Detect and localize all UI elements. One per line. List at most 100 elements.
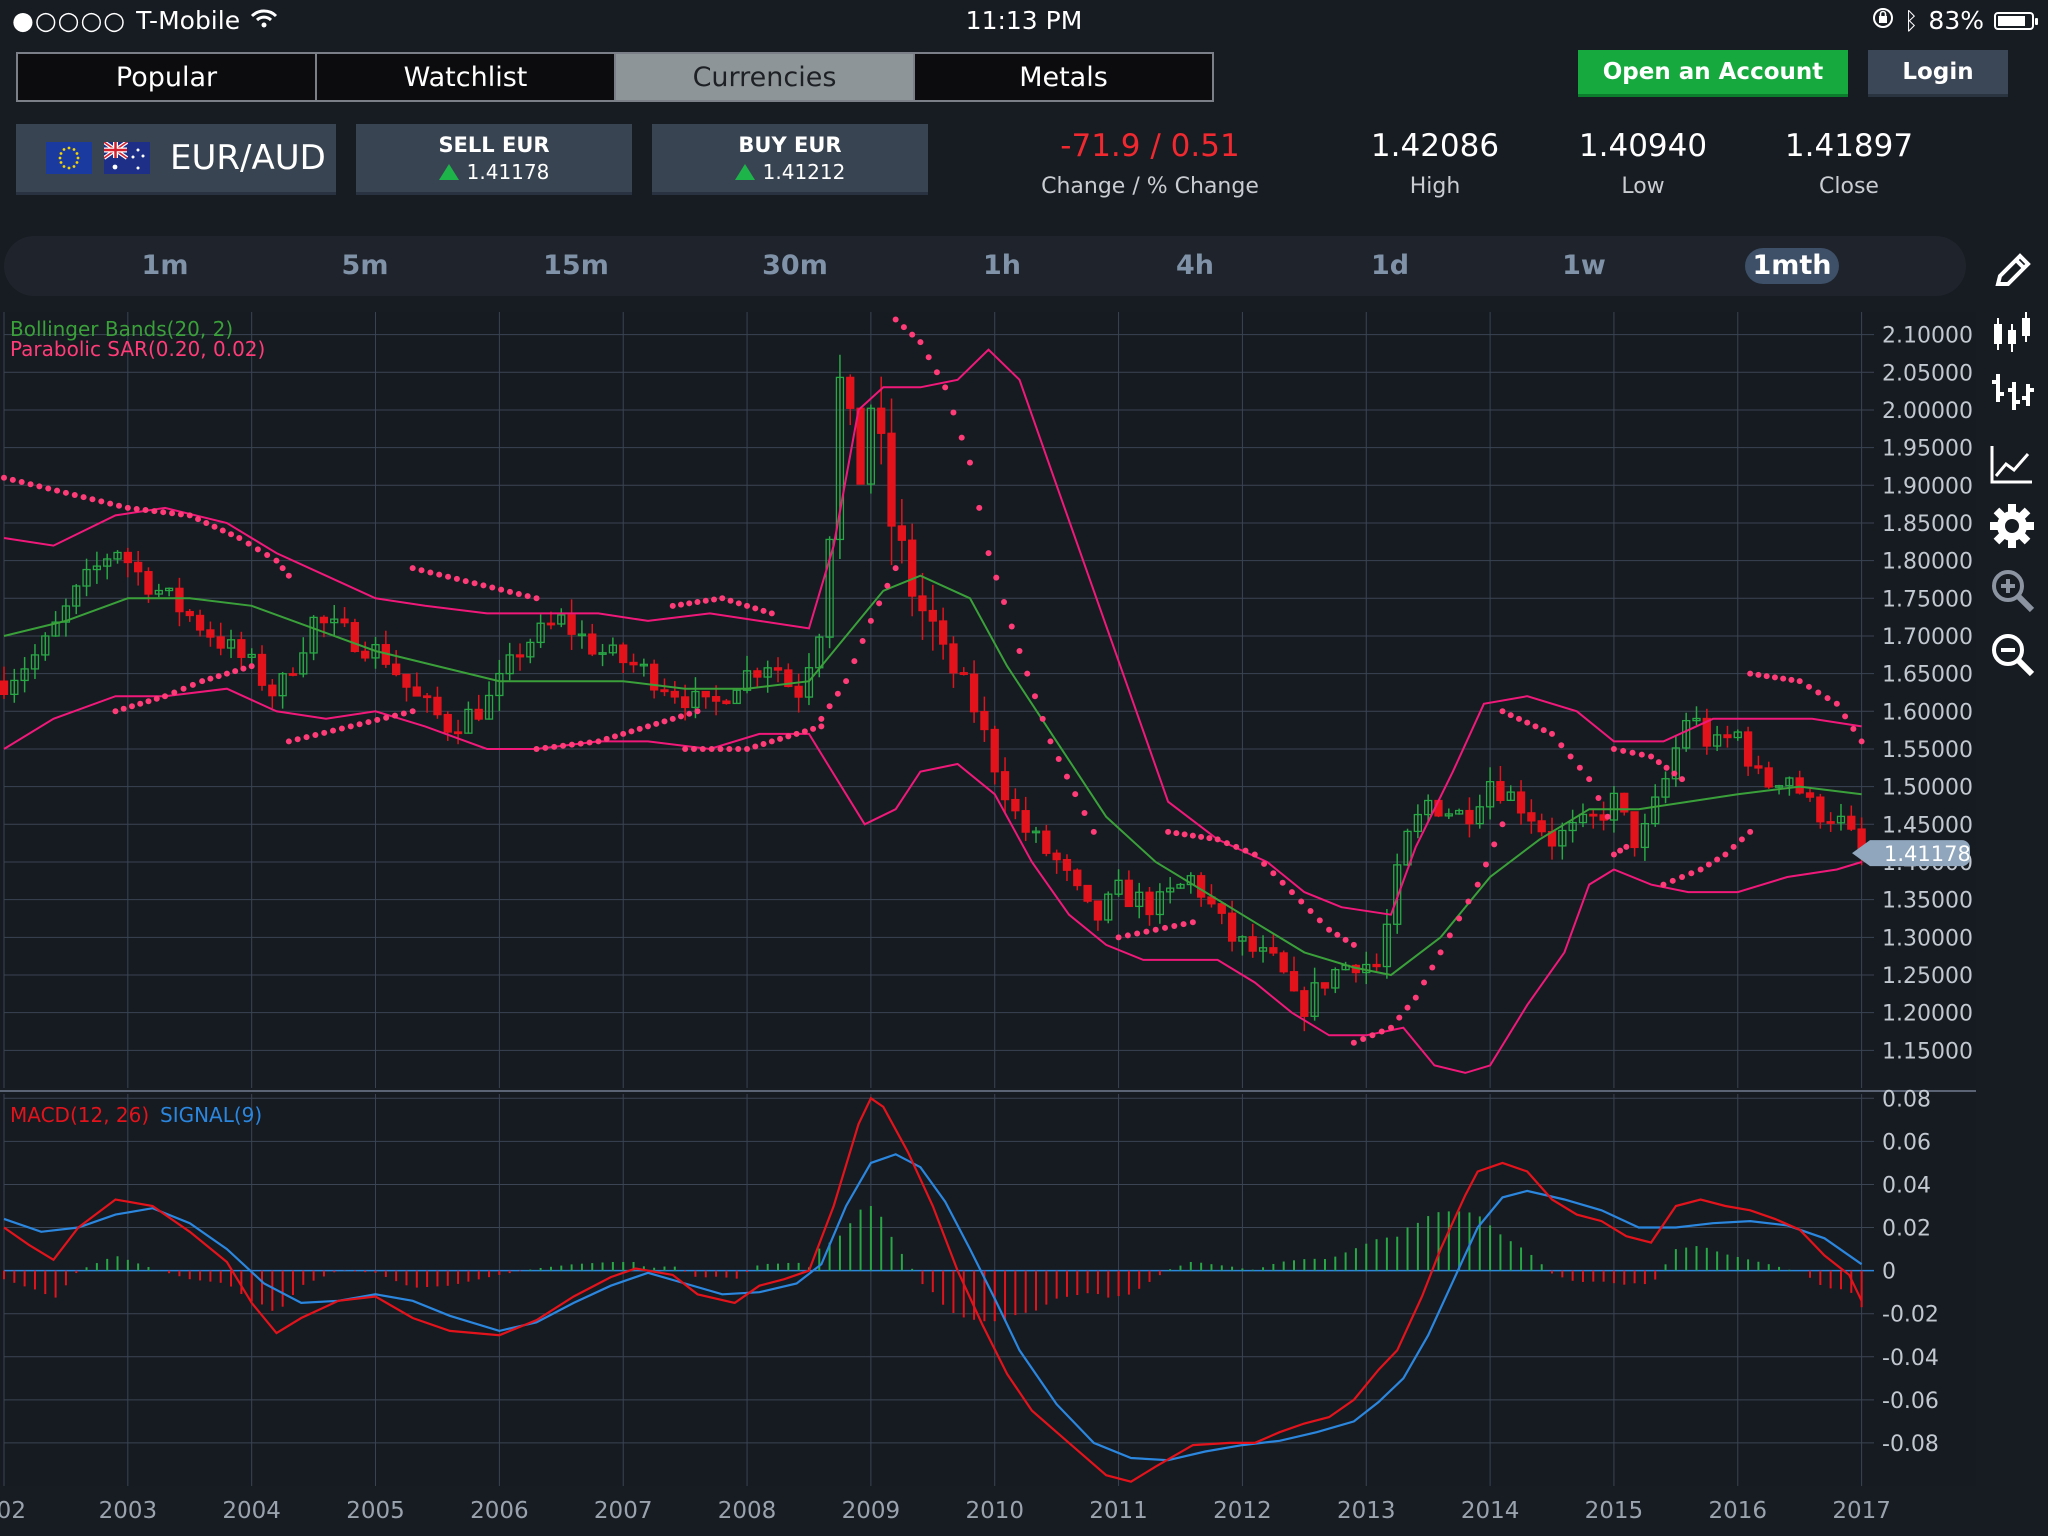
tab-currencies[interactable]: Currencies [616, 54, 915, 100]
sar-dot [1152, 926, 1159, 933]
sar-dot [686, 600, 693, 607]
category-tabs: Popular Watchlist Currencies Metals [16, 52, 1214, 102]
sar-dot [1660, 881, 1667, 888]
sar-dot [1679, 874, 1686, 881]
sar-dot [1671, 770, 1678, 777]
timeframe-1h[interactable]: 1h [952, 248, 1052, 284]
timeframe-1w[interactable]: 1w [1534, 248, 1634, 284]
timeframe-4h[interactable]: 4h [1145, 248, 1245, 284]
sar-dot [54, 487, 61, 494]
tab-metals[interactable]: Metals [915, 54, 1212, 100]
high-stat: 1.42086 High [1350, 128, 1520, 199]
sar-dot [1771, 674, 1778, 681]
macd-legend: MACD(12, 26) [10, 1103, 149, 1127]
battery-icon [1994, 11, 2038, 30]
sar-dot [1242, 847, 1249, 854]
sar-dot [245, 540, 252, 547]
sar-dot [727, 597, 734, 604]
sar-dot [900, 324, 907, 331]
sar-dot [445, 573, 452, 580]
clock: 11:13 PM [965, 6, 1083, 35]
sar-dot [694, 708, 701, 715]
candle-body [1764, 767, 1773, 788]
timeframe-30m[interactable]: 30m [745, 248, 845, 284]
macd-y-tick-label: -0.02 [1882, 1303, 1939, 1328]
candle-body [990, 728, 999, 773]
candle-body [711, 696, 721, 702]
login-button[interactable]: Login [1868, 50, 2008, 97]
timeframe-1d[interactable]: 1d [1340, 248, 1440, 284]
sar-dot [752, 605, 759, 612]
y-tick-label: 1.20000 [1882, 1002, 1973, 1027]
sar-dot [498, 586, 505, 593]
sar-dot [711, 596, 718, 603]
sar-dot [1648, 753, 1655, 760]
y-tick-label: 1.50000 [1882, 776, 1973, 801]
sar-dot [1047, 738, 1054, 745]
timeframe-1m[interactable]: 1m [115, 248, 215, 284]
sar-dot [1429, 964, 1436, 971]
zoom-out-icon[interactable] [1988, 630, 2036, 678]
x-tick-label: 2003 [99, 1498, 158, 1524]
candle-body [195, 614, 205, 631]
pencil-icon[interactable] [1988, 248, 2036, 296]
sar-dot [1595, 794, 1602, 801]
candle-body [1589, 813, 1598, 817]
y-tick-label: 1.45000 [1882, 813, 1973, 838]
timeframe-5m[interactable]: 5m [315, 248, 415, 284]
currency-pair-selector[interactable]: EUR/AUD [16, 124, 336, 195]
sar-dot [677, 601, 684, 608]
sar-dot [909, 331, 916, 338]
sar-dot [279, 565, 286, 572]
sar-dot [80, 494, 87, 501]
sar-dot [917, 339, 924, 346]
timeframe-15m[interactable]: 15m [526, 248, 626, 284]
y-tick-label: 1.85000 [1882, 512, 1973, 537]
sar-dot [699, 745, 706, 752]
sar-dot [356, 721, 363, 728]
sar-dot [1482, 861, 1489, 868]
sar-dot [785, 733, 792, 740]
ohlc-bars-icon[interactable] [1988, 368, 2036, 416]
sar-dot [453, 575, 460, 582]
candle-body [1320, 982, 1330, 989]
candle-body [918, 595, 927, 612]
sar-dot [620, 730, 627, 737]
sar-dot [436, 571, 443, 578]
status-bar: ●○○○○ T-Mobile 11:13 PM ᛒ 83% [0, 0, 2048, 42]
sar-dot [1629, 749, 1636, 756]
candle-body [319, 616, 329, 624]
line-chart-icon[interactable] [1988, 440, 2036, 488]
sar-dot [1214, 836, 1221, 843]
candle-body [969, 673, 979, 713]
tab-watchlist[interactable]: Watchlist [317, 54, 616, 100]
pair-label: EUR/AUD [170, 138, 326, 178]
tab-popular[interactable]: Popular [18, 54, 317, 100]
price-chart[interactable]: 002 2003 2004 2005 2006 2007 2008 2009 2010 2011 2… [0, 305, 1976, 1536]
sar-dot [1307, 907, 1314, 914]
sar-dot [595, 738, 602, 745]
sar-dot [1796, 678, 1803, 685]
sar-dot [1090, 828, 1097, 835]
timeframe-1mth[interactable]: 1mth [1745, 248, 1839, 284]
change-stat: -71.9 / 0.51 Change / % Change [1020, 128, 1280, 199]
settings-gear-icon[interactable] [1988, 502, 2036, 550]
candle-body [1042, 830, 1051, 854]
candle-body [515, 654, 525, 658]
sar-dot [1474, 881, 1481, 888]
sar-dot [661, 718, 668, 725]
sar-dot [985, 550, 992, 557]
buy-button[interactable]: BUY EUR 1.41212 [652, 124, 928, 195]
sar-dot [128, 703, 135, 710]
x-tick-label: 2010 [965, 1498, 1024, 1524]
candle-body [1196, 875, 1206, 898]
candle-body [722, 700, 731, 705]
candlestick-icon[interactable] [1988, 308, 2036, 356]
candle-body [670, 690, 679, 698]
sar-dot [653, 720, 660, 727]
zoom-in-icon[interactable] [1988, 566, 2036, 614]
sar-dot [1763, 673, 1770, 680]
open-account-button[interactable]: Open an Account [1578, 50, 1848, 97]
sell-button[interactable]: SELL EUR 1.41178 [356, 124, 632, 195]
candle-body [443, 713, 452, 733]
